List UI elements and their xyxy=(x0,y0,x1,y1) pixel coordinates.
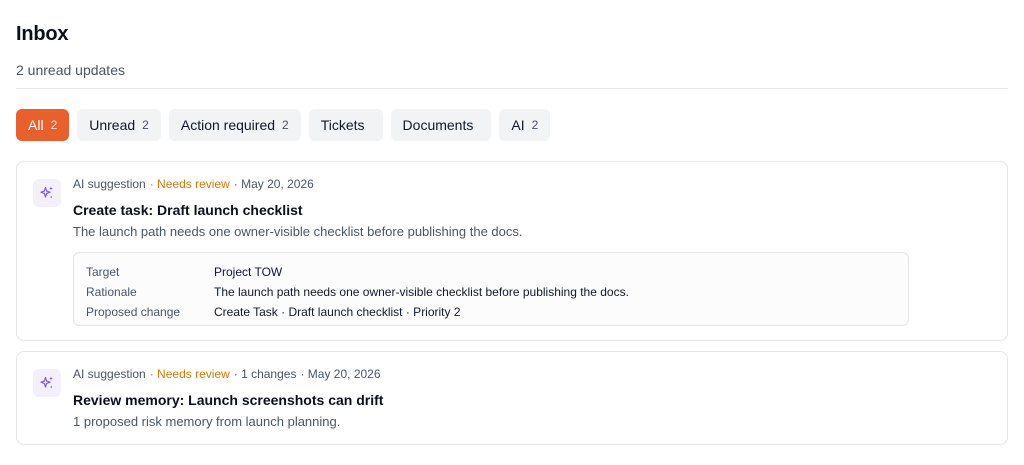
tab-label: Unread xyxy=(89,117,136,133)
tab-tickets[interactable]: Tickets xyxy=(308,109,383,141)
tab-count: 2 xyxy=(282,118,289,132)
detail-value: Create Task · Draft launch checklist · P… xyxy=(214,305,461,319)
tab-label: All xyxy=(28,117,44,133)
tab-count: 2 xyxy=(531,118,539,132)
detail-row-proposed-change: Proposed change Create Task · Draft laun… xyxy=(86,302,896,322)
tab-label: Documents xyxy=(402,117,474,133)
item-description: The launch path needs one owner-visible … xyxy=(73,224,523,239)
item-source: AI suggestion xyxy=(73,367,146,381)
item-date: · May 20, 2026 xyxy=(300,367,381,381)
detail-value: The launch path needs one owner-visible … xyxy=(214,285,629,299)
status-badge: · Needs review xyxy=(149,367,230,381)
item-description: 1 proposed risk memory from launch plann… xyxy=(73,414,341,429)
status-badge: · Needs review xyxy=(149,177,230,191)
inbox-item-create-task[interactable]: AI suggestion · Needs review · May 20, 2… xyxy=(16,161,1008,341)
tab-documents[interactable]: Documents xyxy=(390,109,492,141)
inbox-header: Inbox 2 unread updates xyxy=(16,22,125,78)
item-content: AI suggestion · Needs review · 1 changes… xyxy=(73,366,991,430)
change-count: · 1 changes xyxy=(233,367,297,381)
detail-row-target: Target Project TOW xyxy=(86,262,896,282)
tab-label: Tickets xyxy=(320,117,365,133)
unread-summary: 2 unread updates xyxy=(16,62,125,78)
header-divider xyxy=(16,88,1008,89)
item-source: AI suggestion xyxy=(73,177,146,191)
item-content: AI suggestion · Needs review · May 20, 2… xyxy=(73,176,991,240)
sparkles-icon xyxy=(33,369,61,397)
proposal-details: Target Project TOW Rationale The launch … xyxy=(73,252,909,326)
tab-unread[interactable]: Unread 2 xyxy=(77,109,161,141)
detail-key: Target xyxy=(86,265,120,279)
item-date: · May 20, 2026 xyxy=(233,177,314,191)
page-title: Inbox xyxy=(16,23,69,45)
item-title: Review memory: Launch screenshots can dr… xyxy=(73,392,384,408)
detail-key: Proposed change xyxy=(86,305,181,319)
inbox-item-review-memory[interactable]: AI suggestion · Needs review · 1 changes… xyxy=(16,351,1008,445)
filter-tabs: All 2 Unread 2 Action required 2 Tickets… xyxy=(16,109,551,141)
tab-label: Action required xyxy=(180,117,276,133)
tab-all[interactable]: All 2 xyxy=(16,109,70,141)
item-title: Create task: Draft launch checklist xyxy=(73,202,303,218)
tab-count: 2 xyxy=(142,118,149,132)
tab-ai[interactable]: AI 2 xyxy=(499,109,551,141)
tab-label: AI xyxy=(511,117,525,133)
tab-count: 2 xyxy=(50,118,58,132)
detail-key: Rationale xyxy=(86,285,137,299)
item-meta: AI suggestion · Needs review · May 20, 2… xyxy=(73,176,991,192)
detail-row-rationale: Rationale The launch path needs one owne… xyxy=(86,282,896,302)
tab-action-required[interactable]: Action required 2 xyxy=(168,109,301,141)
detail-value: Project TOW xyxy=(214,265,283,279)
item-meta: AI suggestion · Needs review · 1 changes… xyxy=(73,366,991,382)
sparkles-icon xyxy=(33,179,61,207)
